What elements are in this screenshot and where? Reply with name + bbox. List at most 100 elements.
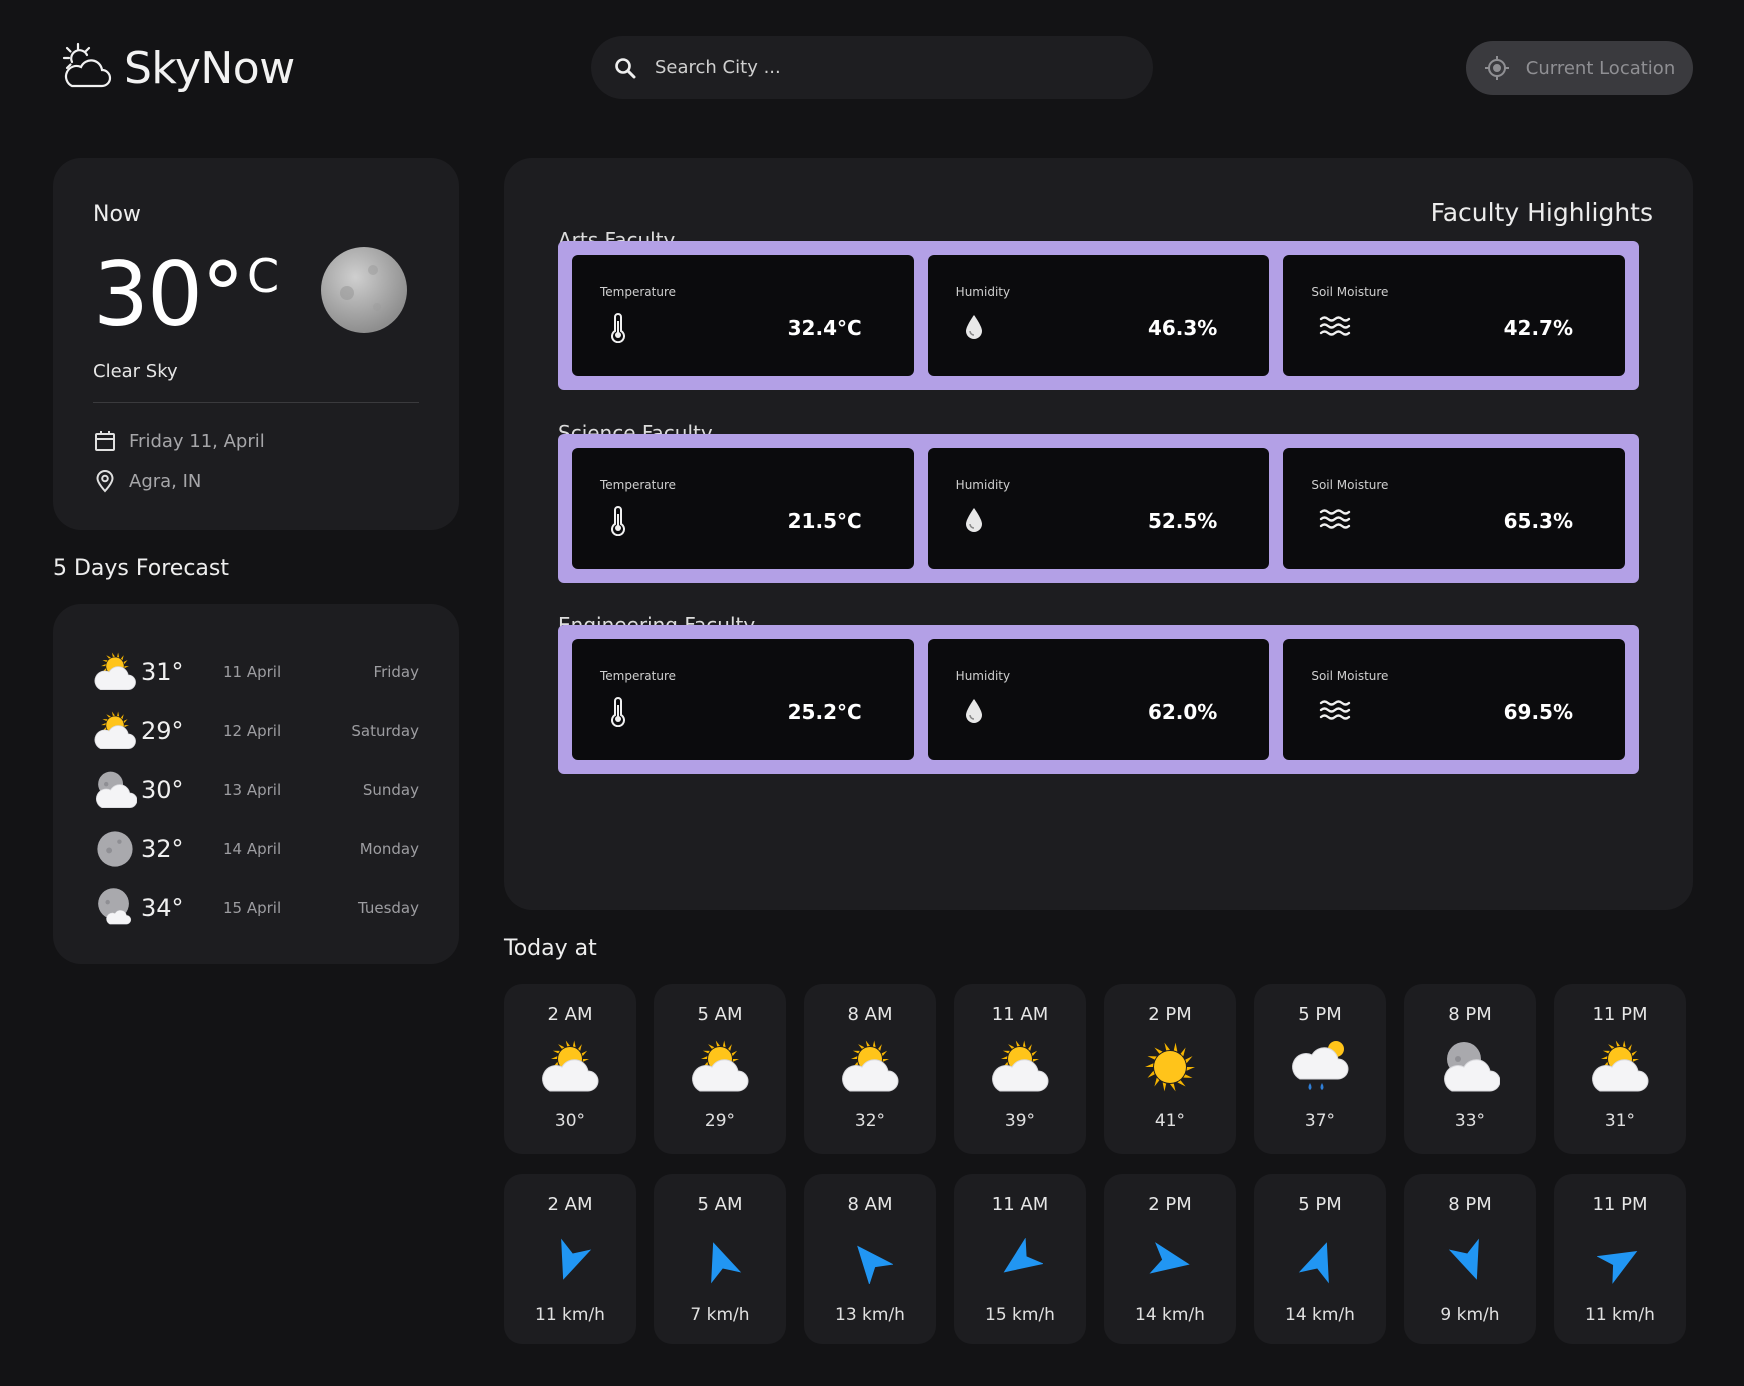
wind-time: 8 PM <box>1448 1194 1492 1215</box>
forecast-day: Sunday <box>362 780 419 799</box>
metric-value: 62.0% <box>1147 700 1218 724</box>
now-label: Now <box>93 202 141 227</box>
metric-label: Temperature <box>600 285 677 299</box>
hour-card: 5 AM 29° <box>654 984 786 1154</box>
sun-icon <box>1140 1037 1200 1097</box>
sun-cloud-icon <box>690 1037 750 1097</box>
forecast-temp: 30° <box>141 775 184 804</box>
metric-value: 42.7% <box>1503 316 1574 340</box>
moon-cloud-icon <box>1440 1037 1500 1097</box>
wind-direction-icon <box>1147 1235 1193 1287</box>
hour-card: 8 PM 33° <box>1404 984 1536 1154</box>
wind-time: 5 AM <box>697 1194 743 1215</box>
wind-speed: 11 km/h <box>535 1305 605 1325</box>
hour-card: 5 PM 37° <box>1254 984 1386 1154</box>
wind-card: 5 AM 7 km/h <box>654 1174 786 1344</box>
forecast-temp: 29° <box>141 716 184 745</box>
metric-humidity: Humidity 62.0% <box>927 639 1270 760</box>
sun-cloud-icon <box>990 1037 1050 1097</box>
hour-time: 5 PM <box>1298 1004 1342 1025</box>
moon-icon <box>93 827 137 871</box>
metric-value: 46.3% <box>1147 316 1218 340</box>
hourly-forecast-row: 2 AM 30° 5 AM 29° 8 AM 32° 11 AM 39° 2 P… <box>504 984 1686 1154</box>
metric-value: 32.4°C <box>787 316 862 340</box>
hour-temp: 33° <box>1454 1111 1486 1131</box>
wind-card: 11 AM 15 km/h <box>954 1174 1086 1344</box>
current-location-button[interactable]: Current Location <box>1466 41 1693 95</box>
metric-temperature: Temperature 32.4°C <box>572 255 914 376</box>
sun-cloud-icon <box>1590 1037 1650 1097</box>
sun-cloud-icon <box>540 1037 600 1097</box>
waves-icon <box>1320 316 1351 336</box>
sun-cloud-icon <box>93 650 137 694</box>
sun-cloud-outline-icon <box>62 42 112 88</box>
water-drop-icon <box>965 508 982 532</box>
forecast-date: 13 April <box>223 780 282 799</box>
crosshair-icon <box>1484 56 1509 80</box>
faculty-highlights-card: Faculty Highlights Arts Faculty Temperat… <box>504 158 1693 910</box>
location-row: Agra, IN <box>93 461 419 501</box>
metric-value: 52.5% <box>1147 509 1218 533</box>
waves-icon <box>1320 700 1351 720</box>
current-temperature: 30° <box>93 243 245 346</box>
hour-temp: 30° <box>554 1111 586 1131</box>
forecast-title: 5 Days Forecast <box>53 556 229 581</box>
current-weather-card: Now 30° C Clear Sky Friday 11, April Agr… <box>53 158 459 530</box>
current-location-label: Current Location <box>1525 57 1676 79</box>
hour-temp: 31° <box>1604 1111 1636 1131</box>
temperature-unit: C <box>246 249 280 303</box>
calendar-icon <box>95 431 115 451</box>
forecast-day: Friday <box>373 662 419 681</box>
hour-temp: 32° <box>854 1111 886 1131</box>
faculty-metrics: Temperature 25.2°C Humidity 62.0% Soil M… <box>558 625 1639 774</box>
wind-direction-icon <box>1447 1235 1493 1287</box>
wind-card: 11 PM 11 km/h <box>1554 1174 1686 1344</box>
metric-label: Humidity <box>955 669 1011 683</box>
highlights-title: Faculty Highlights <box>1430 198 1653 227</box>
thermometer-icon <box>611 313 625 344</box>
wind-speed: 14 km/h <box>1285 1305 1355 1325</box>
faculty-metrics: Temperature 32.4°C Humidity 46.3% Soil M… <box>558 241 1639 390</box>
forecast-date: 12 April <box>223 721 282 740</box>
search-input[interactable] <box>655 57 1095 78</box>
forecast-row: 29° 12 April Saturday <box>93 701 419 760</box>
wind-speed: 15 km/h <box>985 1305 1055 1325</box>
forecast-temp: 32° <box>141 834 184 863</box>
current-location: Agra, IN <box>129 470 202 492</box>
search-bar[interactable] <box>591 36 1153 99</box>
wind-direction-icon <box>847 1235 893 1287</box>
forecast-temp: 34° <box>141 893 184 922</box>
wind-time: 2 PM <box>1148 1194 1192 1215</box>
hour-card: 8 AM 32° <box>804 984 936 1154</box>
water-drop-icon <box>965 315 982 339</box>
wind-speed: 7 km/h <box>690 1305 750 1325</box>
wind-direction-icon <box>997 1235 1043 1287</box>
metric-value: 21.5°C <box>787 509 862 533</box>
location-pin-icon <box>96 470 114 493</box>
divider <box>93 402 419 403</box>
hour-time: 11 PM <box>1592 1004 1648 1025</box>
wind-card: 5 PM 14 km/h <box>1254 1174 1386 1344</box>
hour-time: 5 AM <box>697 1004 743 1025</box>
forecast-row: 31° 11 April Friday <box>93 642 419 701</box>
forecast-row: 30° 13 April Sunday <box>93 760 419 819</box>
hour-time: 8 AM <box>847 1004 893 1025</box>
wind-speed: 11 km/h <box>1585 1305 1655 1325</box>
forecast-temp: 31° <box>141 657 184 686</box>
wind-card: 8 PM 9 km/h <box>1404 1174 1536 1344</box>
moon-cloud-small-icon <box>93 886 137 930</box>
today-title: Today at <box>504 936 597 961</box>
forecast-card: 31° 11 April Friday 29° 12 April Saturda… <box>53 604 459 964</box>
forecast-day: Saturday <box>351 721 419 740</box>
current-date: Friday 11, April <box>129 430 265 452</box>
waves-icon <box>1320 509 1351 529</box>
metric-label: Temperature <box>600 478 677 492</box>
moon-cloud-icon <box>93 768 138 812</box>
app-logo[interactable]: SkyNow <box>58 40 295 96</box>
hour-time: 8 PM <box>1448 1004 1492 1025</box>
sun-cloud-icon <box>93 709 137 753</box>
wind-speed: 13 km/h <box>835 1305 905 1325</box>
forecast-day: Monday <box>359 839 419 858</box>
water-drop-icon <box>965 699 982 723</box>
metric-temperature: Temperature 21.5°C <box>572 448 914 569</box>
